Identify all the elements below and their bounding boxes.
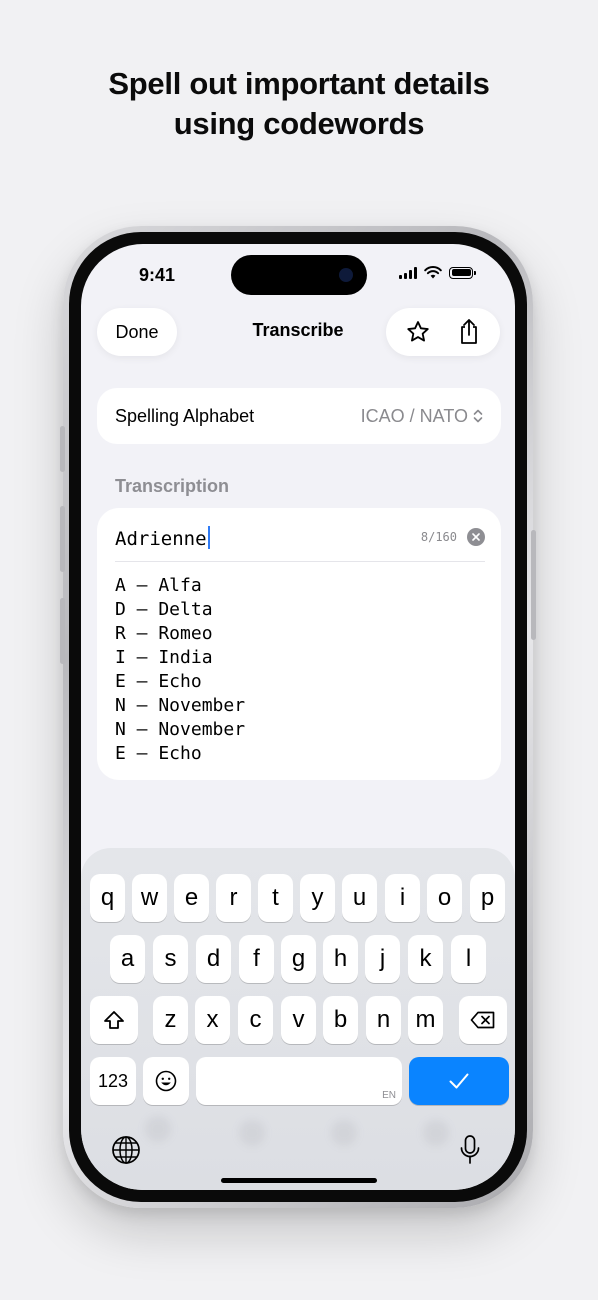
key-z[interactable]: z — [153, 996, 188, 1044]
key-x[interactable]: x — [195, 996, 230, 1044]
share-icon — [460, 319, 477, 344]
nav-actions — [386, 308, 500, 356]
headline-line-2: using codewords — [173, 106, 425, 141]
status-icons — [399, 266, 476, 279]
key-a[interactable]: a — [110, 935, 145, 983]
microphone-icon — [460, 1135, 480, 1164]
power-button — [531, 530, 536, 640]
shift-key[interactable] — [90, 996, 138, 1044]
emoji-key[interactable] — [143, 1057, 189, 1105]
key-g[interactable]: g — [281, 935, 316, 983]
emoji-icon — [155, 1070, 177, 1092]
battery-icon — [449, 266, 476, 279]
volume-up-button — [60, 506, 65, 572]
share-button[interactable] — [449, 312, 489, 352]
key-v[interactable]: v — [281, 996, 316, 1044]
codeword-item: E — Echo — [115, 671, 202, 692]
spelling-alphabet-label: Spelling Alphabet — [115, 405, 255, 426]
chevron-updown-icon — [473, 409, 483, 423]
headline: Spell out important details using codewo… — [0, 64, 598, 144]
transcription-input[interactable]: Adrienne — [115, 526, 210, 550]
text-caret — [207, 526, 210, 549]
transcription-input-value: Adrienne — [115, 528, 207, 550]
codeword-item: E — Echo — [115, 743, 202, 764]
favorite-button[interactable] — [398, 312, 438, 352]
spelling-alphabet-value: ICAO / NATO — [361, 406, 483, 427]
key-b[interactable]: b — [323, 996, 358, 1044]
headline-line-1: Spell out important details — [108, 66, 490, 101]
spelling-alphabet-row[interactable]: Spelling Alphabet ICAO / NATO — [97, 388, 501, 444]
blurred-tab-icon — [145, 1116, 171, 1142]
signal-icon — [399, 266, 417, 279]
codeword-item: N — November — [115, 695, 246, 716]
shift-icon — [104, 1011, 124, 1029]
home-indicator — [221, 1178, 377, 1183]
globe-button[interactable] — [111, 1135, 141, 1170]
space-key[interactable]: EN — [196, 1057, 402, 1105]
codeword-item: R — Romeo — [115, 623, 213, 644]
key-e[interactable]: e — [174, 874, 209, 922]
codeword-item: A — Alfa — [115, 575, 202, 596]
delete-key[interactable] — [459, 996, 507, 1044]
transcription-card: Adrienne 8/160 A — Alfa D — Delta R — Ro… — [97, 508, 501, 780]
codeword-item: D — Delta — [115, 599, 213, 620]
key-c[interactable]: c — [238, 996, 273, 1044]
codeword-list: A — Alfa D — Delta R — Romeo I — India E… — [115, 574, 245, 766]
key-p[interactable]: p — [470, 874, 505, 922]
delete-icon — [470, 1011, 495, 1029]
clear-icon — [472, 533, 480, 541]
dictation-button[interactable] — [458, 1134, 482, 1171]
key-d[interactable]: d — [196, 935, 231, 983]
key-f[interactable]: f — [239, 935, 274, 983]
checkmark-icon — [449, 1073, 469, 1089]
wifi-icon — [424, 266, 442, 279]
key-k[interactable]: k — [408, 935, 443, 983]
key-l[interactable]: l — [451, 935, 486, 983]
key-w[interactable]: w — [132, 874, 167, 922]
status-time: 9:41 — [139, 265, 176, 285]
codeword-item: N — November — [115, 719, 246, 740]
transcription-section-label: Transcription — [115, 476, 230, 496]
key-r[interactable]: r — [216, 874, 251, 922]
key-u[interactable]: u — [342, 874, 377, 922]
key-o[interactable]: o — [427, 874, 462, 922]
confirm-key[interactable] — [409, 1057, 509, 1105]
blurred-tab-icon — [331, 1120, 357, 1146]
globe-icon — [112, 1136, 140, 1164]
key-j[interactable]: j — [365, 935, 400, 983]
divider — [115, 561, 485, 562]
codeword-item: I — India — [115, 647, 213, 668]
blurred-tab-icon — [423, 1120, 449, 1146]
phone-screen: 9:41 Done Transcribe Spelling Alphabet I… — [81, 244, 515, 1190]
key-s[interactable]: s — [153, 935, 188, 983]
key-t[interactable]: t — [258, 874, 293, 922]
volume-down-button — [60, 598, 65, 664]
key-q[interactable]: q — [90, 874, 125, 922]
character-counter: 8/160 — [420, 530, 457, 544]
key-y[interactable]: y — [300, 874, 335, 922]
action-button — [60, 426, 65, 472]
numbers-key[interactable]: 123 — [90, 1057, 136, 1105]
dynamic-island — [231, 255, 367, 295]
spelling-alphabet-value-text: ICAO / NATO — [360, 405, 468, 426]
key-n[interactable]: n — [366, 996, 401, 1044]
keyboard: q w e r t y u i o p a s d f g h j k l z … — [81, 848, 515, 1190]
clear-button[interactable] — [467, 528, 485, 546]
key-i[interactable]: i — [385, 874, 420, 922]
key-h[interactable]: h — [323, 935, 358, 983]
key-m[interactable]: m — [408, 996, 443, 1044]
blurred-tab-icon — [239, 1120, 265, 1146]
keyboard-language-hint: EN — [382, 1090, 396, 1101]
star-icon — [406, 321, 429, 342]
